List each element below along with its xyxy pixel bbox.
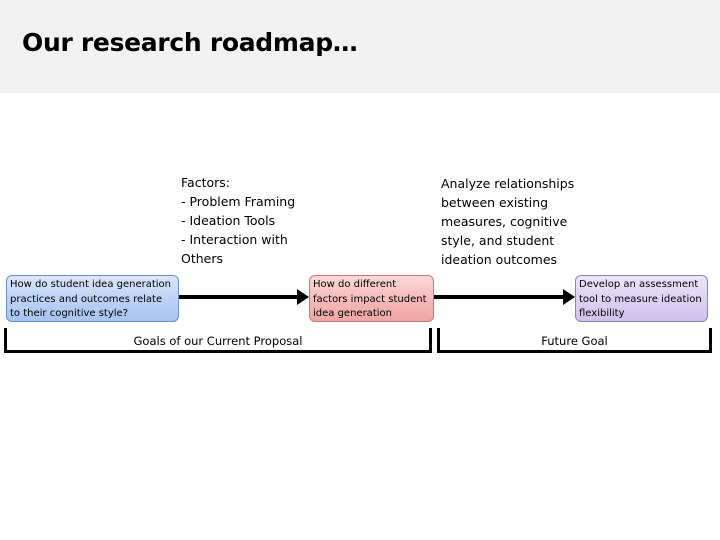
slide-title: Our research roadmap… bbox=[22, 28, 358, 57]
factors-note: Factors: - Problem Framing - Ideation To… bbox=[181, 175, 296, 266]
arrow-shaft bbox=[434, 295, 565, 299]
title-bar: Our research roadmap… bbox=[0, 0, 720, 93]
future-goal-label: Future Goal bbox=[541, 334, 608, 348]
factors-question-box: How do different factors impact student … bbox=[309, 275, 434, 322]
arrowhead-icon bbox=[563, 289, 575, 305]
current-proposal-label: Goals of our Current Proposal bbox=[133, 334, 303, 348]
analyze-note: Analyze relationships between existing m… bbox=[441, 176, 575, 267]
arrow-shaft bbox=[179, 295, 299, 299]
current-proposal-bracket: Goals of our Current Proposal bbox=[4, 328, 432, 353]
future-goal-bracket: Future Goal bbox=[437, 328, 712, 353]
assessment-tool-box: Develop an assessment tool to measure id… bbox=[575, 275, 708, 322]
cognitive-style-question-box: How do student idea generation practices… bbox=[6, 275, 179, 322]
arrowhead-icon bbox=[297, 289, 309, 305]
